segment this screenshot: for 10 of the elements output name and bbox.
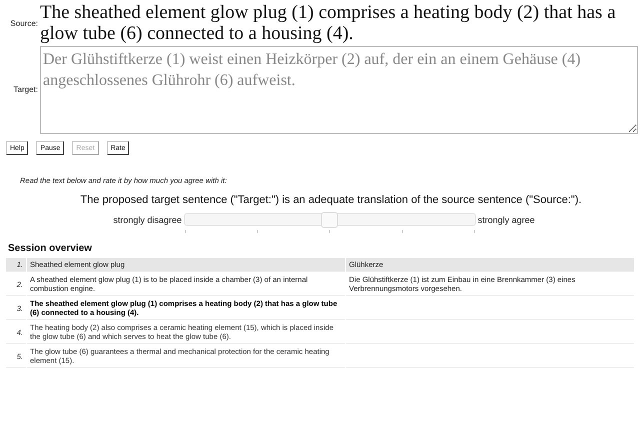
target-field[interactable]: Der Glühstiftkerze (1) weist einen Heizkörper (2) auf, der ein an einem Gehäuse (4) angeschlossenes Glührohr (6) aufweist.: [40, 46, 638, 134]
max-label: strongly agree: [478, 214, 535, 224]
min-label: strongly disagree: [113, 214, 182, 224]
target-label: Target:: [12, 84, 39, 94]
statement-text: The proposed target sentence ("Target:") is an adequate translation of the source sentence ("Source:").: [79, 194, 583, 206]
source-label: Source:: [9, 18, 39, 28]
slider-thumb[interactable]: [320, 212, 338, 228]
slider-track[interactable]: [184, 213, 476, 226]
source-sentence: The sheathed element glow plug (1) comprises a heating body (2) that has a glow tube (6) connected to a housing (4).: [40, 2, 617, 44]
section-title: Session overview: [8, 243, 93, 254]
